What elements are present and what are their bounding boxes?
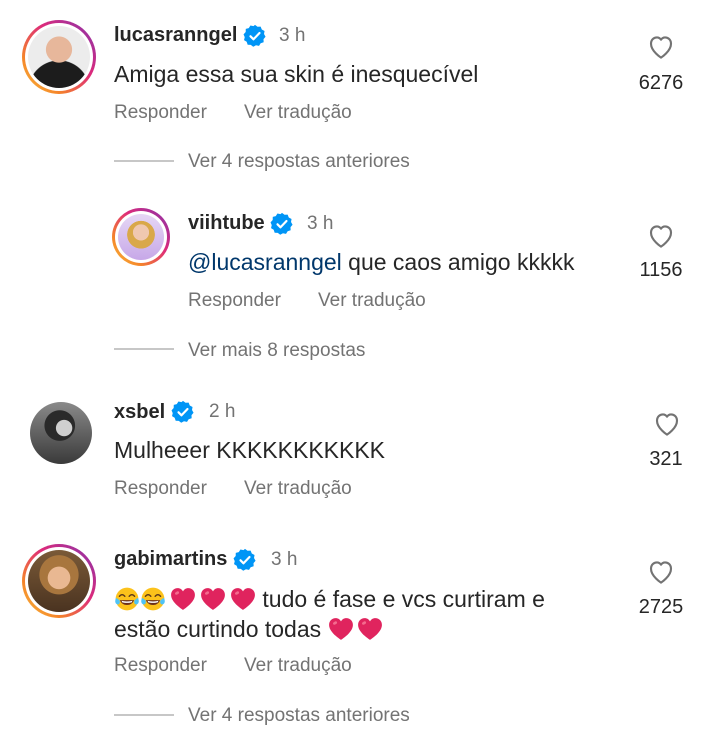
avatar-xsbel[interactable] bbox=[30, 402, 92, 464]
verified-icon bbox=[243, 24, 267, 48]
red-heart-emoji bbox=[328, 617, 354, 641]
comment-text: @lucasranngel que caos amigo kkkkk bbox=[188, 247, 574, 277]
verified-icon bbox=[233, 548, 257, 572]
red-heart-emoji bbox=[230, 587, 256, 611]
view-replies-button[interactable]: Ver mais 8 respostas bbox=[188, 340, 365, 362]
view-replies-divider bbox=[114, 348, 174, 350]
comment-username[interactable]: xsbel bbox=[114, 401, 165, 424]
red-heart-emoji bbox=[200, 587, 226, 611]
comment-text-line2: estão curtindo todas bbox=[114, 616, 328, 642]
view-replies-divider bbox=[114, 714, 174, 716]
comment-username[interactable]: lucasranngel bbox=[114, 24, 237, 47]
heart-icon[interactable] bbox=[646, 32, 676, 62]
comment-time: 2 h bbox=[209, 401, 236, 422]
reply-button[interactable]: Responder bbox=[114, 478, 207, 500]
heart-icon[interactable] bbox=[646, 557, 676, 587]
comment-username[interactable]: gabimartins bbox=[114, 548, 227, 571]
like-count: 321 bbox=[649, 448, 683, 470]
like-count: 2725 bbox=[638, 596, 684, 618]
laughing-emoji bbox=[140, 586, 166, 612]
like-count: 6276 bbox=[638, 72, 684, 94]
reply-button[interactable]: Responder bbox=[114, 102, 207, 124]
comment-time: 3 h bbox=[279, 25, 306, 46]
reply-button[interactable]: Responder bbox=[188, 290, 281, 312]
comment-text: Amiga essa sua skin é inesquecível bbox=[114, 61, 479, 87]
translate-button[interactable]: Ver tradução bbox=[244, 655, 352, 677]
comment-time: 3 h bbox=[307, 213, 334, 234]
comment-text: tudo é fase e vcs curtiram e bbox=[114, 584, 545, 614]
view-replies-button[interactable]: Ver 4 respostas anteriores bbox=[188, 151, 410, 173]
translate-button[interactable]: Ver tradução bbox=[318, 290, 426, 312]
like-count: 1156 bbox=[639, 259, 683, 281]
heart-icon[interactable] bbox=[652, 409, 682, 439]
comment-time: 3 h bbox=[271, 549, 298, 570]
red-heart-emoji bbox=[357, 617, 383, 641]
avatar-lucasranngel[interactable] bbox=[22, 20, 96, 94]
laughing-emoji bbox=[114, 586, 140, 612]
avatar-viihtube[interactable] bbox=[112, 208, 170, 266]
mention-link[interactable]: @lucasranngel bbox=[188, 249, 342, 275]
avatar-gabimartins[interactable] bbox=[22, 544, 96, 618]
comment-text-line2-wrap: estão curtindo todas bbox=[114, 614, 383, 644]
view-replies-divider bbox=[114, 160, 174, 162]
translate-button[interactable]: Ver tradução bbox=[244, 478, 352, 500]
comment-username[interactable]: viihtube bbox=[188, 212, 265, 235]
heart-icon[interactable] bbox=[646, 221, 676, 251]
translate-button[interactable]: Ver tradução bbox=[244, 102, 352, 124]
comment-text: Mulheeer KKKKKKKKKKK bbox=[114, 437, 386, 463]
red-heart-emoji bbox=[170, 587, 196, 611]
comment-text-line1: tudo é fase e vcs curtiram e bbox=[256, 586, 545, 612]
verified-icon bbox=[270, 212, 294, 236]
reply-button[interactable]: Responder bbox=[114, 655, 207, 677]
verified-icon bbox=[171, 400, 195, 424]
comment-text-body: que caos amigo kkkkk bbox=[341, 249, 575, 275]
view-replies-button[interactable]: Ver 4 respostas anteriores bbox=[188, 705, 410, 727]
